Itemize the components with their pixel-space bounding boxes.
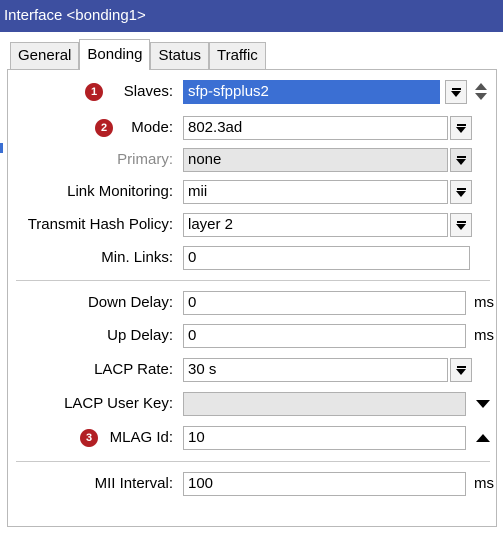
primary-dropdown-button (450, 148, 472, 172)
dropdown-arrow-icon (456, 155, 466, 165)
tab-bonding[interactable]: Bonding (79, 39, 151, 70)
min-links-label: Min. Links: (101, 249, 173, 266)
row-up-delay: Up Delay: 0 ms (8, 322, 496, 350)
lacp-user-key-label: LACP User Key: (64, 395, 173, 412)
expand-arrow-icon[interactable] (476, 400, 490, 408)
tab-status[interactable]: Status (150, 42, 209, 69)
down-delay-unit: ms (474, 294, 494, 311)
annotation-badge-3: 3 (80, 429, 98, 447)
annotation-badge-2: 2 (95, 119, 113, 137)
row-primary: Primary: none (8, 146, 496, 174)
up-delay-label: Up Delay: (107, 327, 173, 344)
mii-interval-unit: ms (474, 475, 494, 492)
section-divider (16, 461, 490, 462)
dropdown-arrow-icon (456, 123, 466, 133)
primary-select: none (183, 148, 448, 172)
row-mlag-id: 3 MLAG Id: 10 (8, 424, 496, 452)
min-links-input[interactable]: 0 (183, 246, 470, 270)
section-divider (16, 280, 490, 281)
lacp-rate-select[interactable]: 30 s (183, 358, 448, 382)
row-min-links: Min. Links: 0 (8, 244, 496, 272)
dropdown-arrow-icon (456, 187, 466, 197)
up-delay-input[interactable]: 0 (183, 324, 466, 348)
dropdown-arrow-icon (456, 220, 466, 230)
row-down-delay: Down Delay: 0 ms (8, 289, 496, 317)
lacp-rate-dropdown-button[interactable] (450, 358, 472, 382)
link-monitoring-select[interactable]: mii (183, 180, 448, 204)
link-monitoring-label: Link Monitoring: (67, 183, 173, 200)
mlag-id-label: MLAG Id: (109, 429, 173, 446)
mii-interval-label: MII Interval: (94, 475, 173, 492)
mode-select[interactable]: 802.3ad (183, 116, 448, 140)
row-mii-interval: MII Interval: 100 ms (8, 470, 496, 498)
slaves-select[interactable]: sfp-sfpplus2 (183, 80, 440, 104)
tab-general[interactable]: General (10, 42, 80, 69)
lacp-user-key-input (183, 392, 466, 416)
up-delay-unit: ms (474, 327, 494, 344)
collapse-arrow-icon[interactable] (476, 434, 490, 442)
mode-dropdown-button[interactable] (450, 116, 472, 140)
row-lacp-rate: LACP Rate: 30 s (8, 356, 496, 384)
row-lacp-user-key: LACP User Key: (8, 390, 496, 418)
dropdown-arrow-icon (456, 365, 466, 375)
selection-edge-marker (0, 143, 3, 153)
transmit-hash-policy-label: Transmit Hash Policy: (27, 216, 173, 233)
mii-interval-input[interactable]: 100 (183, 472, 466, 496)
mlag-id-input[interactable]: 10 (183, 426, 466, 450)
row-mode: 2 Mode: 802.3ad (8, 114, 496, 142)
tab-bar: General Bonding Status Traffic (10, 39, 266, 70)
row-slaves: 1 Slaves: sfp-sfpplus2 (8, 78, 496, 106)
lacp-rate-label: LACP Rate: (94, 361, 173, 378)
slaves-label: Slaves: (123, 83, 173, 100)
window-titlebar[interactable]: Interface <bonding1> (0, 0, 503, 32)
row-link-monitoring: Link Monitoring: mii (8, 178, 496, 206)
transmit-hash-policy-dropdown-button[interactable] (450, 213, 472, 237)
slaves-add-remove-icon[interactable] (474, 82, 488, 102)
row-transmit-hash-policy: Transmit Hash Policy: layer 2 (8, 211, 496, 239)
mode-label: Mode: (131, 119, 173, 136)
primary-label: Primary: (117, 151, 173, 168)
tab-traffic[interactable]: Traffic (208, 42, 266, 69)
annotation-badge-1: 1 (85, 83, 103, 101)
bonding-panel: 1 Slaves: sfp-sfpplus2 2 Mode: 802.3ad P… (7, 69, 497, 527)
slaves-dropdown-button[interactable] (445, 80, 467, 104)
transmit-hash-policy-select[interactable]: layer 2 (183, 213, 448, 237)
link-monitoring-dropdown-button[interactable] (450, 180, 472, 204)
dropdown-arrow-icon (451, 87, 461, 97)
down-delay-label: Down Delay: (87, 294, 173, 311)
interface-window: Interface <bonding1> General Bonding Sta… (0, 0, 503, 533)
down-delay-input[interactable]: 0 (183, 291, 466, 315)
window-title: Interface <bonding1> (4, 7, 146, 24)
